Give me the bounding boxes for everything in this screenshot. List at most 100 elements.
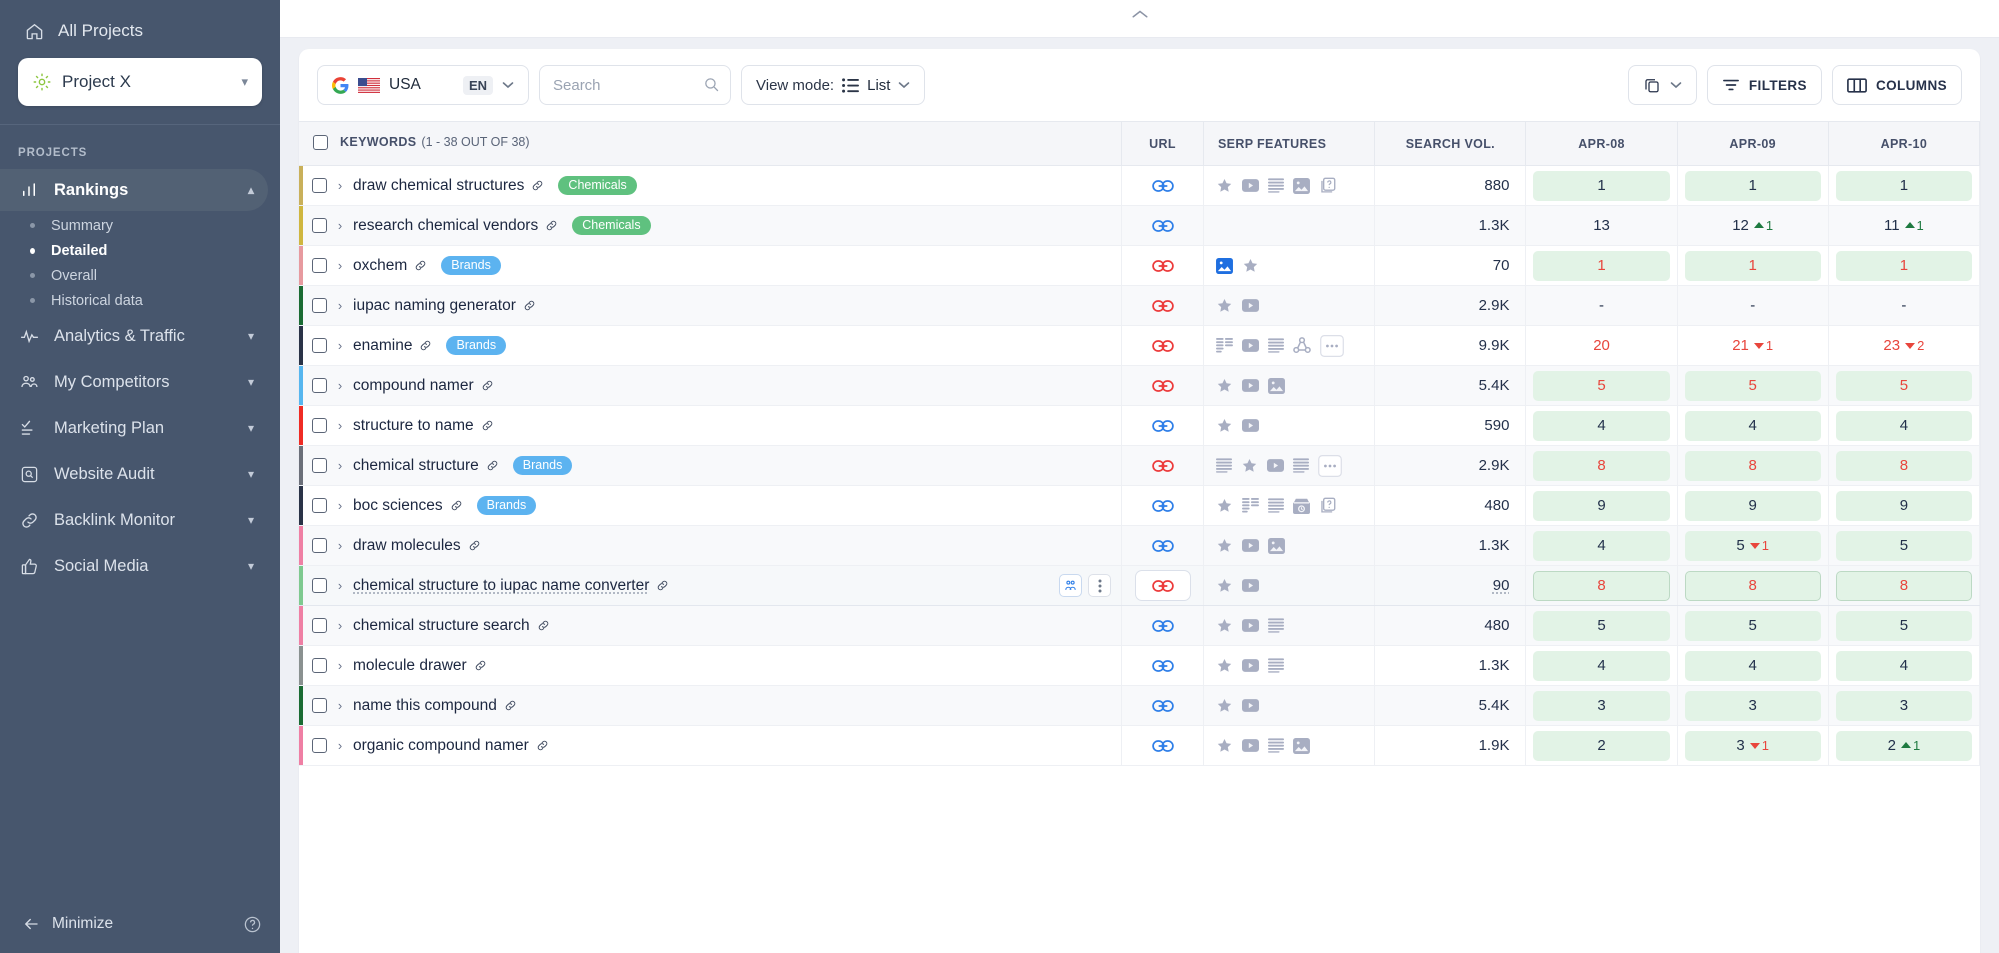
row-checkbox[interactable] [312, 258, 327, 273]
url-cell[interactable] [1121, 245, 1204, 286]
serp-feature-shop[interactable] [1293, 498, 1310, 514]
expand-row-icon[interactable]: › [327, 378, 353, 393]
table-row[interactable]: › boc sciences Brands 480 9 9 9 [299, 485, 1980, 526]
serp-feature-star[interactable] [1216, 697, 1233, 714]
rank-cell-apr-10[interactable]: 5 [1828, 605, 1980, 646]
keyword-cell[interactable]: › chemical structure Brands [299, 445, 1123, 486]
rank-cell-apr-08[interactable]: - [1525, 285, 1678, 326]
url-cell[interactable] [1121, 365, 1204, 406]
row-checkbox[interactable] [312, 698, 327, 713]
keyword-tag[interactable]: Chemicals [558, 176, 637, 195]
rank-cell-apr-09[interactable]: 8 [1677, 445, 1829, 486]
search-volume-cell[interactable]: 590 [1374, 405, 1527, 446]
search-volume-cell[interactable]: 90 [1374, 565, 1527, 606]
rank-cell-apr-08[interactable]: 9 [1525, 485, 1678, 526]
keyword-link-icon[interactable] [481, 419, 494, 432]
project-selector[interactable]: Project X ▾ [18, 58, 262, 106]
keyword-text[interactable]: name this compound [353, 697, 497, 715]
keyword-tag[interactable]: Brands [476, 496, 537, 515]
table-row[interactable]: › iupac naming generator 2.9K - - - [299, 285, 1980, 326]
sidebar-item-backlink-monitor[interactable]: Backlink Monitor ▾ [0, 499, 268, 541]
header-serp-features[interactable]: SERP FEATURES [1203, 121, 1376, 166]
sidebar-subitem-overall[interactable]: Overall [0, 263, 280, 288]
header-date-apr-10[interactable]: APR-10 [1828, 121, 1980, 166]
url-cell[interactable] [1121, 485, 1204, 526]
serp-features-cell[interactable] [1203, 565, 1376, 606]
serp-features-cell[interactable] [1203, 485, 1376, 526]
keyword-text[interactable]: research chemical vendors [353, 217, 538, 235]
header-url[interactable]: URL [1121, 121, 1204, 166]
sidebar-subitem-summary[interactable]: Summary [0, 213, 280, 238]
rank-cell-apr-10[interactable]: 1 [1828, 245, 1980, 286]
minimize-label[interactable]: Minimize [52, 915, 231, 933]
serp-feature-video[interactable] [1241, 739, 1259, 752]
url-cell[interactable] [1121, 645, 1204, 686]
keyword-cell[interactable]: › structure to name [299, 405, 1123, 446]
filters-button[interactable]: FILTERS [1706, 65, 1822, 105]
serp-feature-snippet[interactable] [1242, 498, 1259, 513]
expand-row-icon[interactable]: › [327, 698, 353, 713]
keyword-text[interactable]: enamine [353, 337, 412, 355]
rank-cell-apr-09[interactable]: 12 1 [1677, 205, 1829, 246]
keyword-cell[interactable]: › draw molecules [299, 525, 1123, 566]
serp-feature-list[interactable] [1267, 338, 1284, 353]
keyword-cell[interactable]: › iupac naming generator [299, 285, 1123, 326]
serp-features-cell[interactable] [1203, 245, 1376, 286]
keyword-text[interactable]: molecule drawer [353, 657, 467, 675]
language-chip[interactable]: EN [462, 75, 493, 95]
serp-features-cell[interactable] [1203, 285, 1376, 326]
row-checkbox[interactable] [312, 738, 327, 753]
sidebar-all-projects[interactable]: All Projects [18, 14, 262, 48]
serp-feature-star[interactable] [1216, 657, 1233, 674]
rank-cell-apr-09[interactable]: 21 1 [1677, 325, 1829, 366]
row-checkbox[interactable] [312, 218, 327, 233]
expand-row-icon[interactable]: › [327, 498, 353, 513]
serp-feature-image[interactable] [1268, 377, 1285, 394]
rank-cell-apr-10[interactable]: 8 [1828, 565, 1980, 606]
columns-button[interactable]: COLUMNS [1831, 65, 1962, 105]
keyword-text[interactable]: chemical structure to iupac name convert… [353, 577, 649, 595]
table-row[interactable]: › oxchem Brands 70 1 1 1 [299, 245, 1980, 286]
serp-feature-video[interactable] [1241, 579, 1259, 592]
serp-features-cell[interactable] [1203, 445, 1376, 486]
header-date-apr-08[interactable]: APR-08 [1525, 121, 1678, 166]
rank-cell-apr-10[interactable]: 5 [1828, 365, 1980, 406]
keyword-text[interactable]: structure to name [353, 417, 474, 435]
row-more-menu-icon[interactable] [1088, 574, 1112, 597]
expand-row-icon[interactable]: › [327, 538, 353, 553]
serp-feature-list[interactable] [1267, 498, 1284, 513]
serp-feature-image[interactable] [1268, 537, 1285, 554]
serp-feature-cards[interactable] [1319, 497, 1336, 514]
search-volume-cell[interactable]: 1.3K [1374, 525, 1527, 566]
serp-feature-video[interactable] [1241, 539, 1259, 552]
sidebar-item-my-competitors[interactable]: My Competitors ▾ [0, 361, 268, 403]
rank-cell-apr-08[interactable]: 4 [1525, 645, 1678, 686]
serp-features-cell[interactable] [1203, 365, 1376, 406]
keyword-text[interactable]: boc sciences [353, 497, 443, 515]
arrow-left-icon[interactable] [22, 915, 40, 933]
expand-row-icon[interactable]: › [327, 298, 353, 313]
table-row[interactable]: › chemical structure to iupac name conve… [299, 565, 1980, 606]
sidebar-item-website-audit[interactable]: Website Audit ▾ [0, 453, 268, 495]
serp-feature-more[interactable] [1318, 454, 1342, 477]
keyword-text[interactable]: organic compound namer [353, 737, 529, 755]
serp-feature-cards[interactable] [1319, 177, 1336, 194]
serp-feature-list[interactable] [1267, 618, 1284, 633]
keyword-text[interactable]: chemical structure [353, 457, 479, 475]
rank-cell-apr-10[interactable]: - [1828, 285, 1980, 326]
keyword-link-icon[interactable] [504, 699, 517, 712]
rank-cell-apr-08[interactable]: 8 [1525, 565, 1678, 606]
keyword-link-icon[interactable] [545, 219, 558, 232]
serp-feature-more[interactable] [1320, 334, 1344, 357]
keyword-cell[interactable]: › oxchem Brands [299, 245, 1123, 286]
serp-feature-star[interactable] [1216, 177, 1233, 194]
serp-feature-star[interactable] [1216, 537, 1233, 554]
search-input[interactable] [539, 65, 731, 105]
serp-feature-image[interactable] [1293, 177, 1310, 194]
expand-row-icon[interactable]: › [327, 178, 353, 193]
rank-cell-apr-09[interactable]: 1 [1677, 245, 1829, 286]
rank-cell-apr-09[interactable]: 31 [1677, 725, 1829, 766]
search-volume-cell[interactable]: 1.3K [1374, 645, 1527, 686]
sidebar-subitem-detailed[interactable]: Detailed [0, 238, 280, 263]
serp-feature-star[interactable] [1216, 737, 1233, 754]
